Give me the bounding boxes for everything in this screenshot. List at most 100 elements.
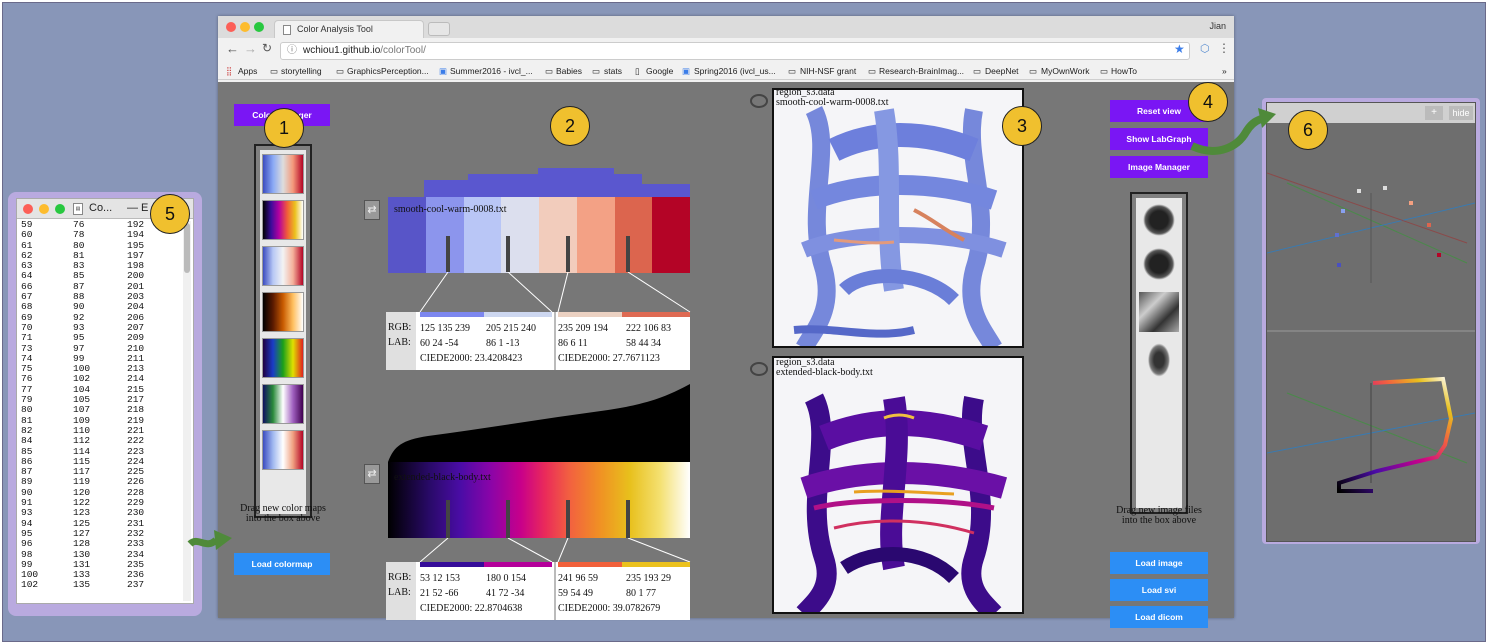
- colormap-thumb-heat[interactable]: [262, 292, 304, 332]
- file-row: 79 105 217: [21, 394, 181, 405]
- image-thumb-3[interactable]: [1139, 292, 1179, 332]
- colormap1-segment[interactable]: [614, 197, 653, 273]
- bookmark-graphicsperception[interactable]: GraphicsPerception...: [347, 66, 429, 76]
- colormap2-marker-2[interactable]: [506, 500, 510, 538]
- bookmark-spring2016[interactable]: Spring2016 (ivcl_us...: [694, 66, 776, 76]
- colormap1-marker-3[interactable]: [566, 236, 570, 272]
- scrollbar-thumb[interactable]: [184, 223, 190, 273]
- load-dicom-button[interactable]: Load dicom: [1110, 606, 1208, 628]
- colormap-thumb-blackbody[interactable]: [262, 200, 304, 240]
- bookmarks-more[interactable]: »: [1222, 66, 1227, 76]
- bookmark-apps[interactable]: Apps: [238, 66, 257, 76]
- tab-color-analysis[interactable]: Color Analysis Tool: [274, 20, 424, 38]
- image-box[interactable]: [1130, 192, 1188, 514]
- bookmark-star-icon[interactable]: ★: [1174, 42, 1185, 56]
- add-button[interactable]: +: [1425, 106, 1443, 120]
- bookmark-babies[interactable]: Babies: [556, 66, 582, 76]
- minimize-window-icon[interactable]: [240, 22, 250, 32]
- render-view-top[interactable]: [772, 88, 1024, 348]
- menu-icon[interactable]: ⋮: [1218, 41, 1230, 55]
- bookmark-myownwork[interactable]: MyOwnWork: [1041, 66, 1090, 76]
- colormap1-info: RGB: LAB: 125 135 239 60 24 -54 CIEDE200…: [386, 312, 690, 370]
- extension-icon[interactable]: ⬡: [1200, 42, 1210, 55]
- bookmark-summer2016[interactable]: Summer2016 - ivcl_...: [450, 66, 533, 76]
- url-field[interactable]: ⓘ wchiou1.github.io/colorTool/: [280, 42, 1190, 60]
- view-toggle-icon[interactable]: [750, 362, 768, 376]
- image-thumb-4[interactable]: [1147, 342, 1171, 378]
- bookmark-storytelling[interactable]: storytelling: [281, 66, 322, 76]
- file-row: 95 127 232: [21, 528, 181, 539]
- bookmark-deepnet[interactable]: DeepNet: [985, 66, 1019, 76]
- colormap1-segment[interactable]: [576, 197, 615, 273]
- image-thumb-2[interactable]: [1143, 248, 1175, 280]
- file-row: 73 97 210: [21, 343, 181, 354]
- colormap2-marker-3[interactable]: [566, 500, 570, 538]
- file-cell: 112: [73, 435, 91, 447]
- bookmark-howto[interactable]: HowTo: [1111, 66, 1137, 76]
- colormap2-marker-1[interactable]: [446, 500, 450, 538]
- hide-button[interactable]: hide: [1449, 106, 1473, 120]
- bookmark-stats[interactable]: stats: [604, 66, 622, 76]
- file-cell: 102: [21, 579, 39, 591]
- reload-icon[interactable]: ↻: [262, 41, 272, 55]
- render-view-bottom[interactable]: [772, 356, 1024, 614]
- colormap2-marker-4[interactable]: [626, 500, 630, 538]
- colormap-thumb-coolwarm[interactable]: [262, 154, 304, 194]
- load-colormap-button[interactable]: Load colormap: [234, 553, 330, 575]
- lab-graph[interactable]: [1267, 123, 1475, 541]
- bookmark-research-brainimag[interactable]: Research-BrainImag...: [879, 66, 964, 76]
- close-window-icon[interactable]: [226, 22, 236, 32]
- maximize-window-icon[interactable]: [55, 204, 65, 214]
- user-name[interactable]: Jian: [1209, 21, 1226, 31]
- colormap-thumb-diverging[interactable]: [262, 246, 304, 286]
- forward-icon[interactable]: →: [244, 41, 257, 56]
- colormap2-name: extended-black-body.txt: [394, 472, 491, 483]
- file-window: ▤ Co... — E 59 76 192 60 78 194 61 80 195 62 81 197…: [16, 198, 194, 604]
- file-cell: 135: [73, 579, 91, 591]
- bookmark-nih-nsf[interactable]: NIH-NSF grant: [800, 66, 856, 76]
- colormap1-marker-2[interactable]: [506, 236, 510, 272]
- drag-handle-icon[interactable]: ⇄: [364, 200, 380, 220]
- colormap1-segment[interactable]: [652, 197, 690, 273]
- file-row: 90 120 228: [21, 487, 181, 498]
- colormap1-segment[interactable]: [539, 197, 577, 273]
- view-toggle-icon[interactable]: [750, 94, 768, 108]
- load-svi-button[interactable]: Load svi: [1110, 579, 1208, 601]
- arrow-to-load-colormap-icon: [187, 530, 232, 550]
- load-image-button[interactable]: Load image: [1110, 552, 1208, 574]
- image-thumb-1[interactable]: [1143, 204, 1175, 236]
- right-values-b: 222 106 83 58 44 34: [626, 321, 671, 351]
- colormap-box[interactable]: [254, 144, 312, 518]
- file-contents[interactable]: 59 76 192 60 78 194 61 80 195 62 81 197 63 83 198 64 85 2…: [21, 220, 181, 604]
- apps-icon[interactable]: ⣿: [226, 66, 232, 77]
- maximize-window-icon[interactable]: [254, 22, 264, 32]
- file-cell: 237: [127, 579, 145, 591]
- doc-icon: ▣: [439, 66, 448, 76]
- close-window-icon[interactable]: [23, 204, 33, 214]
- file-row: 82 110 221: [21, 425, 181, 436]
- file-cell: 84: [21, 435, 33, 447]
- file-row: 64 85 200: [21, 271, 181, 282]
- back-icon[interactable]: ←: [226, 41, 239, 56]
- colormap-thumb-diverging-2[interactable]: [262, 430, 304, 470]
- colormap-thumb-rainbow[interactable]: [262, 338, 304, 378]
- file-cell: 222: [127, 435, 145, 447]
- colormap-thumb-multi[interactable]: [262, 384, 304, 424]
- new-tab-button[interactable]: [428, 22, 450, 36]
- colormap1-marker-1[interactable]: [446, 236, 450, 272]
- rgb-value: 235 193 29: [626, 573, 671, 584]
- drag-handle-icon[interactable]: ⇄: [364, 464, 380, 484]
- swatch-b: [622, 562, 690, 567]
- minimize-window-icon[interactable]: [39, 204, 49, 214]
- folder-icon: ▭: [592, 66, 601, 76]
- file-row: 66 87 201: [21, 281, 181, 292]
- file-row: 98 130 234: [21, 549, 181, 560]
- colormap1-marker-4[interactable]: [626, 236, 630, 272]
- file-row: 87 117 225: [21, 466, 181, 477]
- bookmark-google[interactable]: Google: [646, 66, 673, 76]
- callout-2: 2: [550, 106, 590, 146]
- image-manager-button[interactable]: Image Manager: [1110, 156, 1208, 178]
- colormap2-lightness-profile: [388, 384, 690, 462]
- page-icon: ▯: [635, 66, 640, 76]
- file-row: 91 122 229: [21, 497, 181, 508]
